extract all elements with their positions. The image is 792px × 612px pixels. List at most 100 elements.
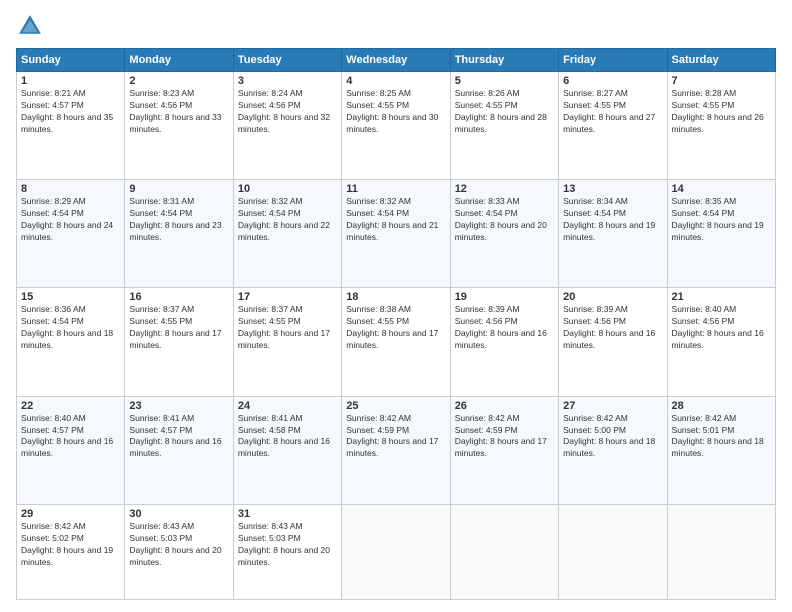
daylight-text: Daylight: 8 hours and 32 minutes. bbox=[238, 112, 330, 134]
sunrise-text: Sunrise: 8:42 AM bbox=[563, 413, 628, 423]
daylight-text: Daylight: 8 hours and 16 minutes. bbox=[238, 436, 330, 458]
header bbox=[16, 12, 776, 40]
day-number: 2 bbox=[129, 75, 228, 87]
sunset-text: Sunset: 4:55 PM bbox=[563, 100, 626, 110]
day-cell: 10 Sunrise: 8:32 AM Sunset: 4:54 PM Dayl… bbox=[233, 180, 341, 288]
day-number: 6 bbox=[563, 75, 662, 87]
day-number: 29 bbox=[21, 508, 120, 520]
day-number: 9 bbox=[129, 183, 228, 195]
daylight-text: Daylight: 8 hours and 17 minutes. bbox=[346, 328, 438, 350]
day-cell: 22 Sunrise: 8:40 AM Sunset: 4:57 PM Dayl… bbox=[17, 396, 125, 504]
weekday-header-wednesday: Wednesday bbox=[342, 49, 450, 72]
weekday-header-row: SundayMondayTuesdayWednesdayThursdayFrid… bbox=[17, 49, 776, 72]
logo bbox=[16, 12, 48, 40]
daylight-text: Daylight: 8 hours and 20 minutes. bbox=[238, 545, 330, 567]
day-cell: 27 Sunrise: 8:42 AM Sunset: 5:00 PM Dayl… bbox=[559, 396, 667, 504]
sunset-text: Sunset: 4:54 PM bbox=[21, 208, 84, 218]
sunrise-text: Sunrise: 8:36 AM bbox=[21, 304, 86, 314]
day-cell: 15 Sunrise: 8:36 AM Sunset: 4:54 PM Dayl… bbox=[17, 288, 125, 396]
sunrise-text: Sunrise: 8:41 AM bbox=[129, 413, 194, 423]
sunset-text: Sunset: 4:55 PM bbox=[455, 100, 518, 110]
daylight-text: Daylight: 8 hours and 22 minutes. bbox=[238, 220, 330, 242]
sunrise-text: Sunrise: 8:21 AM bbox=[21, 88, 86, 98]
day-cell: 23 Sunrise: 8:41 AM Sunset: 4:57 PM Dayl… bbox=[125, 396, 233, 504]
day-info: Sunrise: 8:21 AM Sunset: 4:57 PM Dayligh… bbox=[21, 88, 120, 136]
day-cell: 18 Sunrise: 8:38 AM Sunset: 4:55 PM Dayl… bbox=[342, 288, 450, 396]
sunset-text: Sunset: 4:56 PM bbox=[563, 316, 626, 326]
sunrise-text: Sunrise: 8:38 AM bbox=[346, 304, 411, 314]
day-cell: 31 Sunrise: 8:43 AM Sunset: 5:03 PM Dayl… bbox=[233, 504, 341, 599]
day-info: Sunrise: 8:40 AM Sunset: 4:56 PM Dayligh… bbox=[672, 304, 771, 352]
sunrise-text: Sunrise: 8:42 AM bbox=[455, 413, 520, 423]
day-info: Sunrise: 8:42 AM Sunset: 5:01 PM Dayligh… bbox=[672, 413, 771, 461]
daylight-text: Daylight: 8 hours and 17 minutes. bbox=[238, 328, 330, 350]
day-number: 27 bbox=[563, 400, 662, 412]
day-info: Sunrise: 8:38 AM Sunset: 4:55 PM Dayligh… bbox=[346, 304, 445, 352]
sunrise-text: Sunrise: 8:39 AM bbox=[455, 304, 520, 314]
day-number: 19 bbox=[455, 291, 554, 303]
day-info: Sunrise: 8:34 AM Sunset: 4:54 PM Dayligh… bbox=[563, 196, 662, 244]
sunrise-text: Sunrise: 8:37 AM bbox=[238, 304, 303, 314]
sunrise-text: Sunrise: 8:34 AM bbox=[563, 196, 628, 206]
day-info: Sunrise: 8:32 AM Sunset: 4:54 PM Dayligh… bbox=[238, 196, 337, 244]
daylight-text: Daylight: 8 hours and 17 minutes. bbox=[455, 436, 547, 458]
daylight-text: Daylight: 8 hours and 30 minutes. bbox=[346, 112, 438, 134]
day-info: Sunrise: 8:39 AM Sunset: 4:56 PM Dayligh… bbox=[563, 304, 662, 352]
day-number: 8 bbox=[21, 183, 120, 195]
day-number: 10 bbox=[238, 183, 337, 195]
daylight-text: Daylight: 8 hours and 19 minutes. bbox=[21, 545, 113, 567]
day-number: 7 bbox=[672, 75, 771, 87]
day-number: 3 bbox=[238, 75, 337, 87]
day-number: 4 bbox=[346, 75, 445, 87]
day-cell: 14 Sunrise: 8:35 AM Sunset: 4:54 PM Dayl… bbox=[667, 180, 775, 288]
daylight-text: Daylight: 8 hours and 16 minutes. bbox=[455, 328, 547, 350]
sunset-text: Sunset: 4:55 PM bbox=[238, 316, 301, 326]
sunset-text: Sunset: 4:56 PM bbox=[672, 316, 735, 326]
day-number: 12 bbox=[455, 183, 554, 195]
daylight-text: Daylight: 8 hours and 33 minutes. bbox=[129, 112, 221, 134]
day-number: 1 bbox=[21, 75, 120, 87]
day-number: 18 bbox=[346, 291, 445, 303]
day-cell: 19 Sunrise: 8:39 AM Sunset: 4:56 PM Dayl… bbox=[450, 288, 558, 396]
day-info: Sunrise: 8:28 AM Sunset: 4:55 PM Dayligh… bbox=[672, 88, 771, 136]
sunset-text: Sunset: 4:55 PM bbox=[129, 316, 192, 326]
day-info: Sunrise: 8:37 AM Sunset: 4:55 PM Dayligh… bbox=[238, 304, 337, 352]
daylight-text: Daylight: 8 hours and 19 minutes. bbox=[672, 220, 764, 242]
sunset-text: Sunset: 5:02 PM bbox=[21, 533, 84, 543]
page: SundayMondayTuesdayWednesdayThursdayFrid… bbox=[0, 0, 792, 612]
day-cell: 1 Sunrise: 8:21 AM Sunset: 4:57 PM Dayli… bbox=[17, 72, 125, 180]
weekday-header-saturday: Saturday bbox=[667, 49, 775, 72]
sunrise-text: Sunrise: 8:24 AM bbox=[238, 88, 303, 98]
week-row-2: 8 Sunrise: 8:29 AM Sunset: 4:54 PM Dayli… bbox=[17, 180, 776, 288]
sunrise-text: Sunrise: 8:35 AM bbox=[672, 196, 737, 206]
sunrise-text: Sunrise: 8:43 AM bbox=[129, 521, 194, 531]
week-row-3: 15 Sunrise: 8:36 AM Sunset: 4:54 PM Dayl… bbox=[17, 288, 776, 396]
sunset-text: Sunset: 5:03 PM bbox=[238, 533, 301, 543]
daylight-text: Daylight: 8 hours and 35 minutes. bbox=[21, 112, 113, 134]
daylight-text: Daylight: 8 hours and 20 minutes. bbox=[129, 545, 221, 567]
day-cell: 2 Sunrise: 8:23 AM Sunset: 4:56 PM Dayli… bbox=[125, 72, 233, 180]
sunset-text: Sunset: 4:58 PM bbox=[238, 425, 301, 435]
daylight-text: Daylight: 8 hours and 27 minutes. bbox=[563, 112, 655, 134]
day-info: Sunrise: 8:42 AM Sunset: 4:59 PM Dayligh… bbox=[455, 413, 554, 461]
day-cell: 4 Sunrise: 8:25 AM Sunset: 4:55 PM Dayli… bbox=[342, 72, 450, 180]
logo-icon bbox=[16, 12, 44, 40]
day-info: Sunrise: 8:36 AM Sunset: 4:54 PM Dayligh… bbox=[21, 304, 120, 352]
day-info: Sunrise: 8:40 AM Sunset: 4:57 PM Dayligh… bbox=[21, 413, 120, 461]
daylight-text: Daylight: 8 hours and 23 minutes. bbox=[129, 220, 221, 242]
day-info: Sunrise: 8:35 AM Sunset: 4:54 PM Dayligh… bbox=[672, 196, 771, 244]
day-cell: 30 Sunrise: 8:43 AM Sunset: 5:03 PM Dayl… bbox=[125, 504, 233, 599]
sunrise-text: Sunrise: 8:37 AM bbox=[129, 304, 194, 314]
day-number: 5 bbox=[455, 75, 554, 87]
day-number: 24 bbox=[238, 400, 337, 412]
day-number: 21 bbox=[672, 291, 771, 303]
day-cell: 8 Sunrise: 8:29 AM Sunset: 4:54 PM Dayli… bbox=[17, 180, 125, 288]
daylight-text: Daylight: 8 hours and 16 minutes. bbox=[21, 436, 113, 458]
week-row-4: 22 Sunrise: 8:40 AM Sunset: 4:57 PM Dayl… bbox=[17, 396, 776, 504]
day-cell bbox=[559, 504, 667, 599]
sunrise-text: Sunrise: 8:31 AM bbox=[129, 196, 194, 206]
day-cell: 6 Sunrise: 8:27 AM Sunset: 4:55 PM Dayli… bbox=[559, 72, 667, 180]
day-number: 22 bbox=[21, 400, 120, 412]
day-info: Sunrise: 8:29 AM Sunset: 4:54 PM Dayligh… bbox=[21, 196, 120, 244]
sunrise-text: Sunrise: 8:42 AM bbox=[346, 413, 411, 423]
